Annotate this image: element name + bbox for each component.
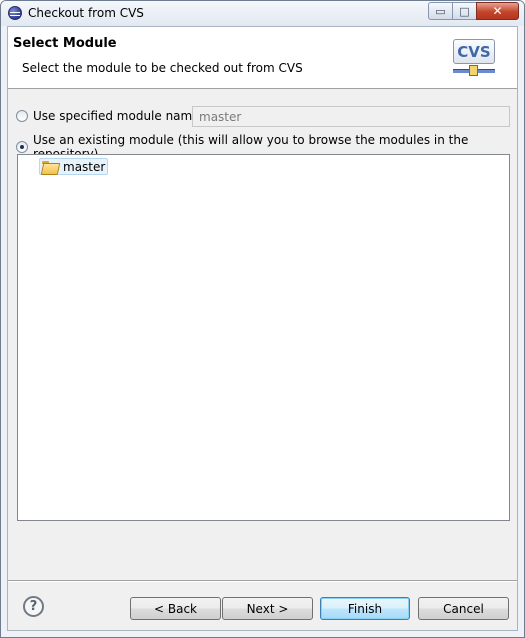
tree-item-master[interactable]: master xyxy=(39,158,109,175)
module-name-input[interactable] xyxy=(192,106,510,127)
wizard-banner: Select Module Select the module to be ch… xyxy=(8,27,517,89)
back-button[interactable]: < Back xyxy=(130,597,221,620)
close-icon: ✕ xyxy=(492,4,503,18)
specified-module-label: Use specified module name: xyxy=(33,109,204,123)
next-button[interactable]: Next > xyxy=(222,597,313,620)
cvs-icon-knob xyxy=(469,65,478,76)
cancel-button[interactable]: Cancel xyxy=(418,597,509,620)
maximize-icon: □ xyxy=(459,4,470,18)
window-title: Checkout from CVS xyxy=(28,6,144,20)
existing-module-radio[interactable] xyxy=(16,141,28,153)
eclipse-icon xyxy=(8,6,22,20)
footer-separator xyxy=(8,580,517,582)
finish-button[interactable]: Finish xyxy=(320,597,410,620)
close-button[interactable]: ✕ xyxy=(476,2,519,20)
specified-module-radio[interactable] xyxy=(16,110,28,122)
page-title: Select Module xyxy=(13,36,117,51)
page-description: Select the module to be checked out from… xyxy=(22,61,303,75)
dialog-client-area: Select Module Select the module to be ch… xyxy=(7,26,518,631)
dialog-window: Checkout from CVS ▭ □ ✕ Select Module Se… xyxy=(0,0,525,638)
minimize-icon: ▭ xyxy=(435,4,446,18)
minimize-button[interactable]: ▭ xyxy=(428,2,453,20)
help-icon: ? xyxy=(29,599,38,614)
cvs-badge: CVS xyxy=(453,39,495,64)
cvs-icon: CVS xyxy=(453,39,497,79)
tree-item-label: master xyxy=(63,159,106,174)
open-folder-icon xyxy=(42,160,58,173)
help-button[interactable]: ? xyxy=(23,596,44,617)
title-bar[interactable]: Checkout from CVS ▭ □ ✕ xyxy=(1,1,524,26)
maximize-button[interactable]: □ xyxy=(452,2,477,20)
module-tree[interactable]: master xyxy=(17,154,510,521)
window-controls: ▭ □ ✕ xyxy=(428,2,519,20)
specified-module-option[interactable]: Use specified module name: xyxy=(16,109,204,123)
